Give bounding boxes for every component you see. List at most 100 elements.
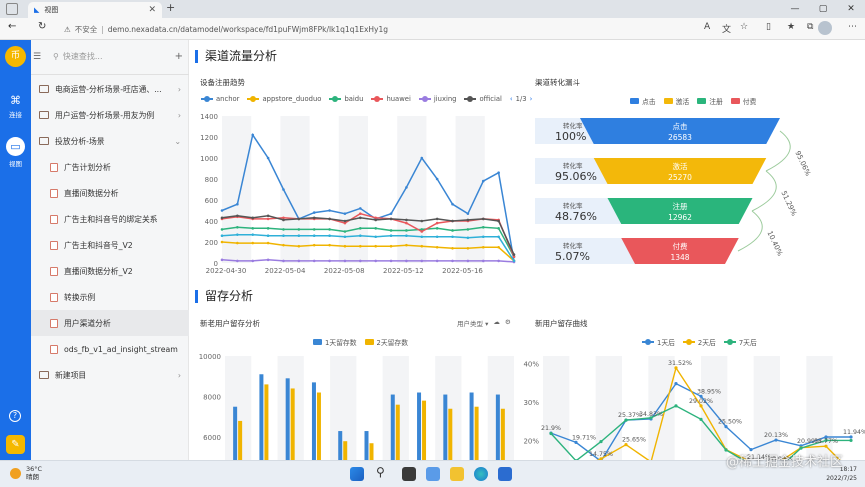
file-icon [50,162,58,172]
legend-item[interactable]: 付费 [730,96,756,106]
help-icon[interactable]: ? [9,410,21,422]
data-label: 34.83% [639,411,663,418]
data-point [374,259,377,263]
translate-icon[interactable]: 文 [722,22,731,35]
chevron-right-icon: › [177,110,181,120]
widgets-icon[interactable] [426,467,440,481]
rail-item-connections[interactable]: ⌘ 连接 [0,94,31,119]
data-point [674,404,678,408]
data-point [420,235,424,239]
tree-item[interactable]: 转换示例 [31,284,189,310]
legend-label: 1天留存数 [325,339,357,347]
legend-item[interactable]: appstore_duoduo [247,95,321,103]
tree-item[interactable]: 直播间数据分析_V2 [31,258,189,284]
watermark: @稀土掘金技术社区 [725,455,843,470]
chevron-down-icon: ⌄ [174,136,181,146]
legend-item[interactable]: 点击 [630,96,656,106]
tree-item[interactable]: ods_fb_v1_ad_insight_stream [31,336,189,362]
data-point [451,235,454,239]
section-title-channel: 渠道流量分析 [195,50,277,63]
y-tick-label: 1000 [200,155,218,163]
favorites-icon[interactable]: ★ [787,22,795,32]
edge-icon[interactable] [474,467,488,481]
url-field[interactable]: ⚠ 不安全 | demo.nexadata.cn/datamodel/works… [64,22,704,36]
weather-temp: 36°C [26,465,43,473]
back-icon[interactable]: ← [8,21,16,32]
task-view-icon[interactable] [402,467,416,481]
user-type-filter[interactable]: 用户类型 ▾ [457,318,488,328]
legend-item[interactable]: 2天后 [682,337,716,347]
collapse-sidebar-icon[interactable]: ☰ [33,52,41,62]
tree-folder[interactable]: 新建项目 › [31,362,189,388]
rail-item-views[interactable]: ▭ 视图 [0,137,31,168]
rate-value: 5.07% [555,250,590,263]
tree-item-selected[interactable]: 用户渠道分析 [31,310,189,336]
word-icon[interactable] [498,467,512,481]
legend-item[interactable]: huawei [371,95,411,103]
grid-stripe [543,356,570,460]
split-screen-icon[interactable]: ▯ [766,22,771,32]
bar [495,394,500,460]
rate-label: 转化率 [563,121,583,130]
legend-item[interactable]: 2天留存数 [364,337,409,347]
maximize-icon[interactable]: ▢ [809,0,837,18]
collections-icon[interactable]: ⧉ [807,22,813,32]
tree-item[interactable]: 广告计划分析 [31,154,189,180]
legend-label: 2天后 [697,339,716,347]
tree-folder[interactable]: 用户运营-分析场景-用友为例 › [31,102,189,128]
weather-widget[interactable]: 36°C 晴朗 [10,465,42,481]
legend-item[interactable]: 激活 [663,96,689,106]
close-window-icon[interactable]: ✕ [837,0,865,18]
favorite-add-icon[interactable]: ☆ [740,22,748,32]
step-rate-label: 51.29% [779,190,798,218]
data-point [236,241,239,245]
start-icon[interactable] [350,467,364,481]
app-logo[interactable]: 币 [5,46,26,67]
legend-label: 2天留存数 [376,339,409,347]
taskbar-search-icon[interactable]: ⚲ [376,465,385,479]
legend-item[interactable]: jiuxing [418,95,456,103]
new-tab-icon[interactable]: + [166,1,175,14]
browser-tab[interactable]: ◣ 视图 ✕ [28,2,162,18]
read-aloud-icon[interactable]: A [704,22,710,32]
bar [238,420,243,460]
search-input[interactable]: 快速查找... [63,51,103,62]
legend-item[interactable]: 7天后 [723,337,757,347]
y-tick-label: 800 [205,176,218,184]
minimize-icon[interactable]: — [781,0,809,18]
tool-icon[interactable]: ✎ [6,435,25,454]
legend-item[interactable]: official [464,95,502,103]
add-icon[interactable]: + [175,51,183,62]
data-point [451,219,454,223]
tree-item[interactable]: 广告主和抖音号的绑定关系 [31,206,189,232]
data-point [359,207,362,210]
profile-avatar[interactable] [818,21,832,35]
data-point [420,244,424,248]
tree-folder[interactable]: 投放分析-场景 ⌄ [31,128,189,154]
tree-folder[interactable]: 电商运营-分析场景-旺店通、... › [31,76,189,102]
tab-title: 视图 [44,6,59,14]
bar [369,443,374,460]
retention-chart-title: 新用户留存曲线 [535,319,588,328]
refresh-icon[interactable]: ↻ [38,21,46,32]
legend-item[interactable]: anchor [201,95,239,103]
workspace-icon[interactable] [6,3,18,15]
data-point [297,259,301,263]
legend-item[interactable]: 1天留存数 [313,337,357,347]
file-explorer-icon[interactable] [450,467,464,481]
tree-item[interactable]: 广告主和抖音号_V2 [31,232,189,258]
legend-prev-icon[interactable]: ‹ [510,95,513,103]
tree-search[interactable]: ⚲ 快速查找... + [53,48,183,64]
tab-close-icon[interactable]: ✕ [148,5,156,15]
weather-text: 晴朗 [26,473,39,481]
data-point [389,259,393,263]
legend-next-icon[interactable]: › [530,95,533,103]
tree-item[interactable]: 直播间数据分析 [31,180,189,206]
data-point [466,218,470,222]
legend-item[interactable]: baidu [329,95,363,103]
legend-item[interactable]: 1天后 [642,337,675,347]
settings-icon[interactable]: ⚙ [505,318,511,328]
legend-item[interactable]: 注册 [697,96,723,106]
cloud-icon[interactable]: ☁ [493,318,500,328]
more-icon[interactable]: ⋯ [848,22,857,32]
